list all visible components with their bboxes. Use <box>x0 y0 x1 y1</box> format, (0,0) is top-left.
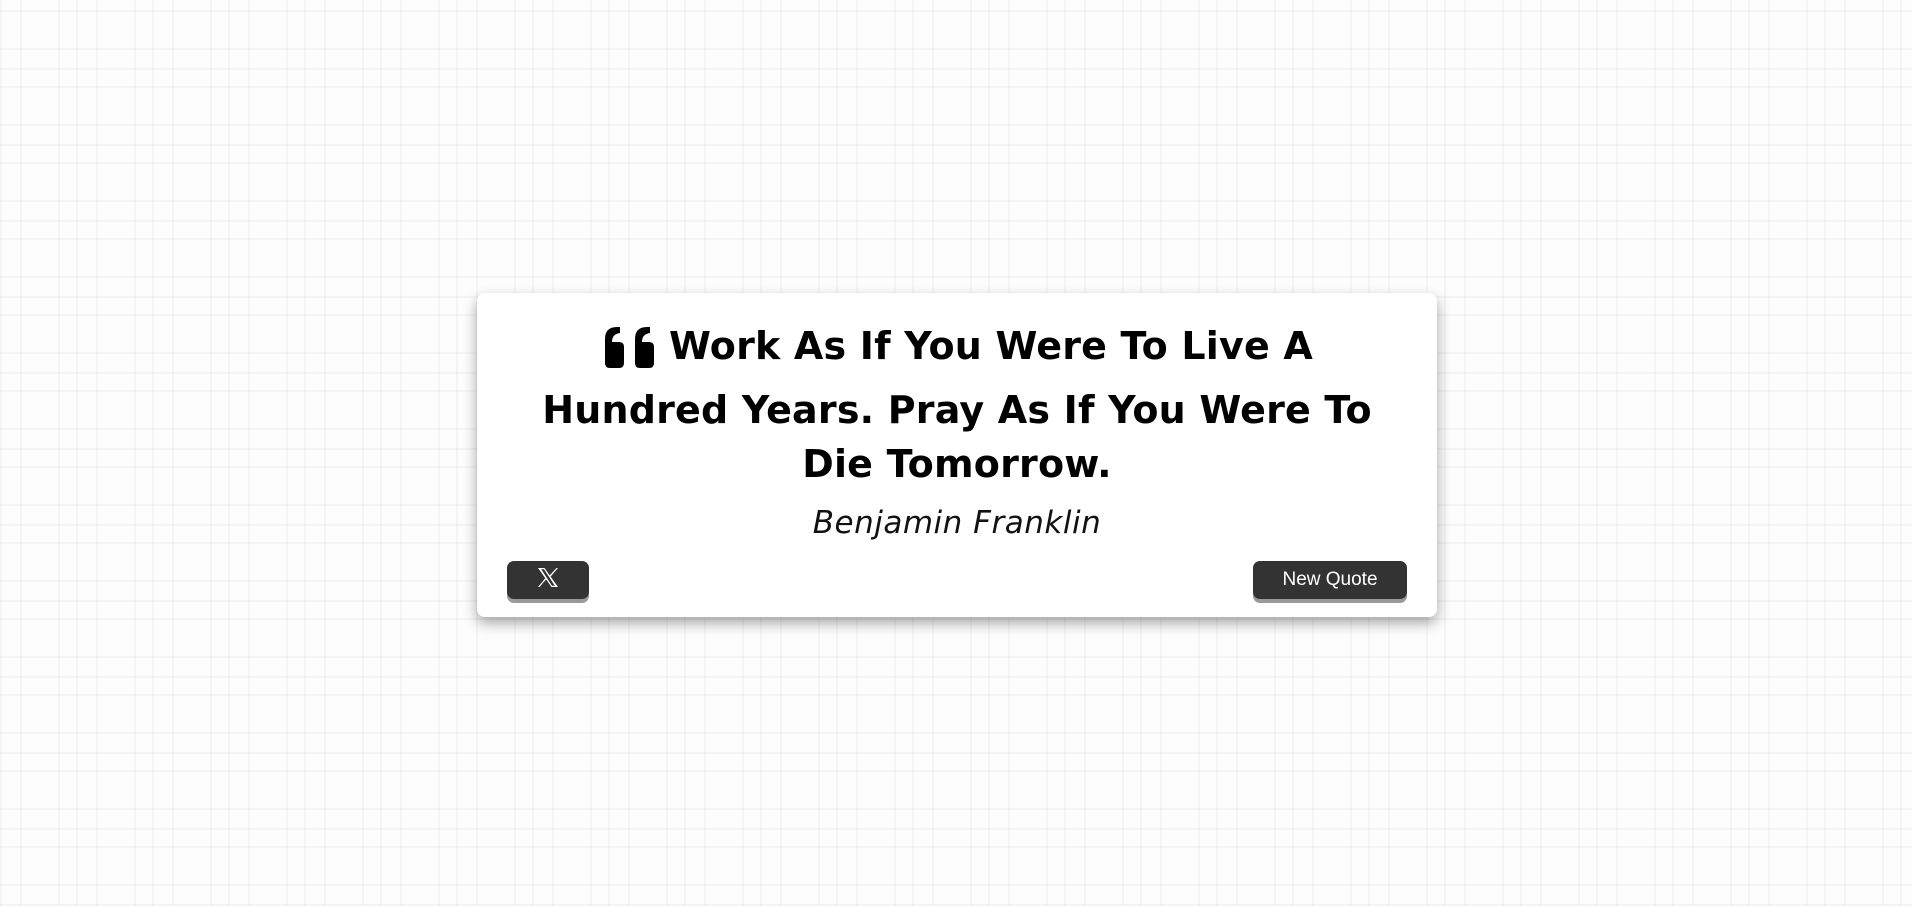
quote-text: Work As If You Were To Live A Hundred Ye… <box>542 324 1372 486</box>
quote-text-block: Work As If You Were To Live A Hundred Ye… <box>507 319 1407 491</box>
card-actions: New Quote <box>507 559 1407 599</box>
tweet-quote-button[interactable] <box>507 561 589 599</box>
quote-author: Benjamin Franklin <box>812 505 1102 541</box>
quote-card: Work As If You Were To Live A Hundred Ye… <box>477 293 1437 617</box>
page: { "quote": { "text": "Work As If You Wer… <box>0 0 1912 906</box>
new-quote-button[interactable]: New Quote <box>1253 561 1407 599</box>
quote-left-icon <box>601 325 659 383</box>
x-logo-icon <box>537 567 559 594</box>
